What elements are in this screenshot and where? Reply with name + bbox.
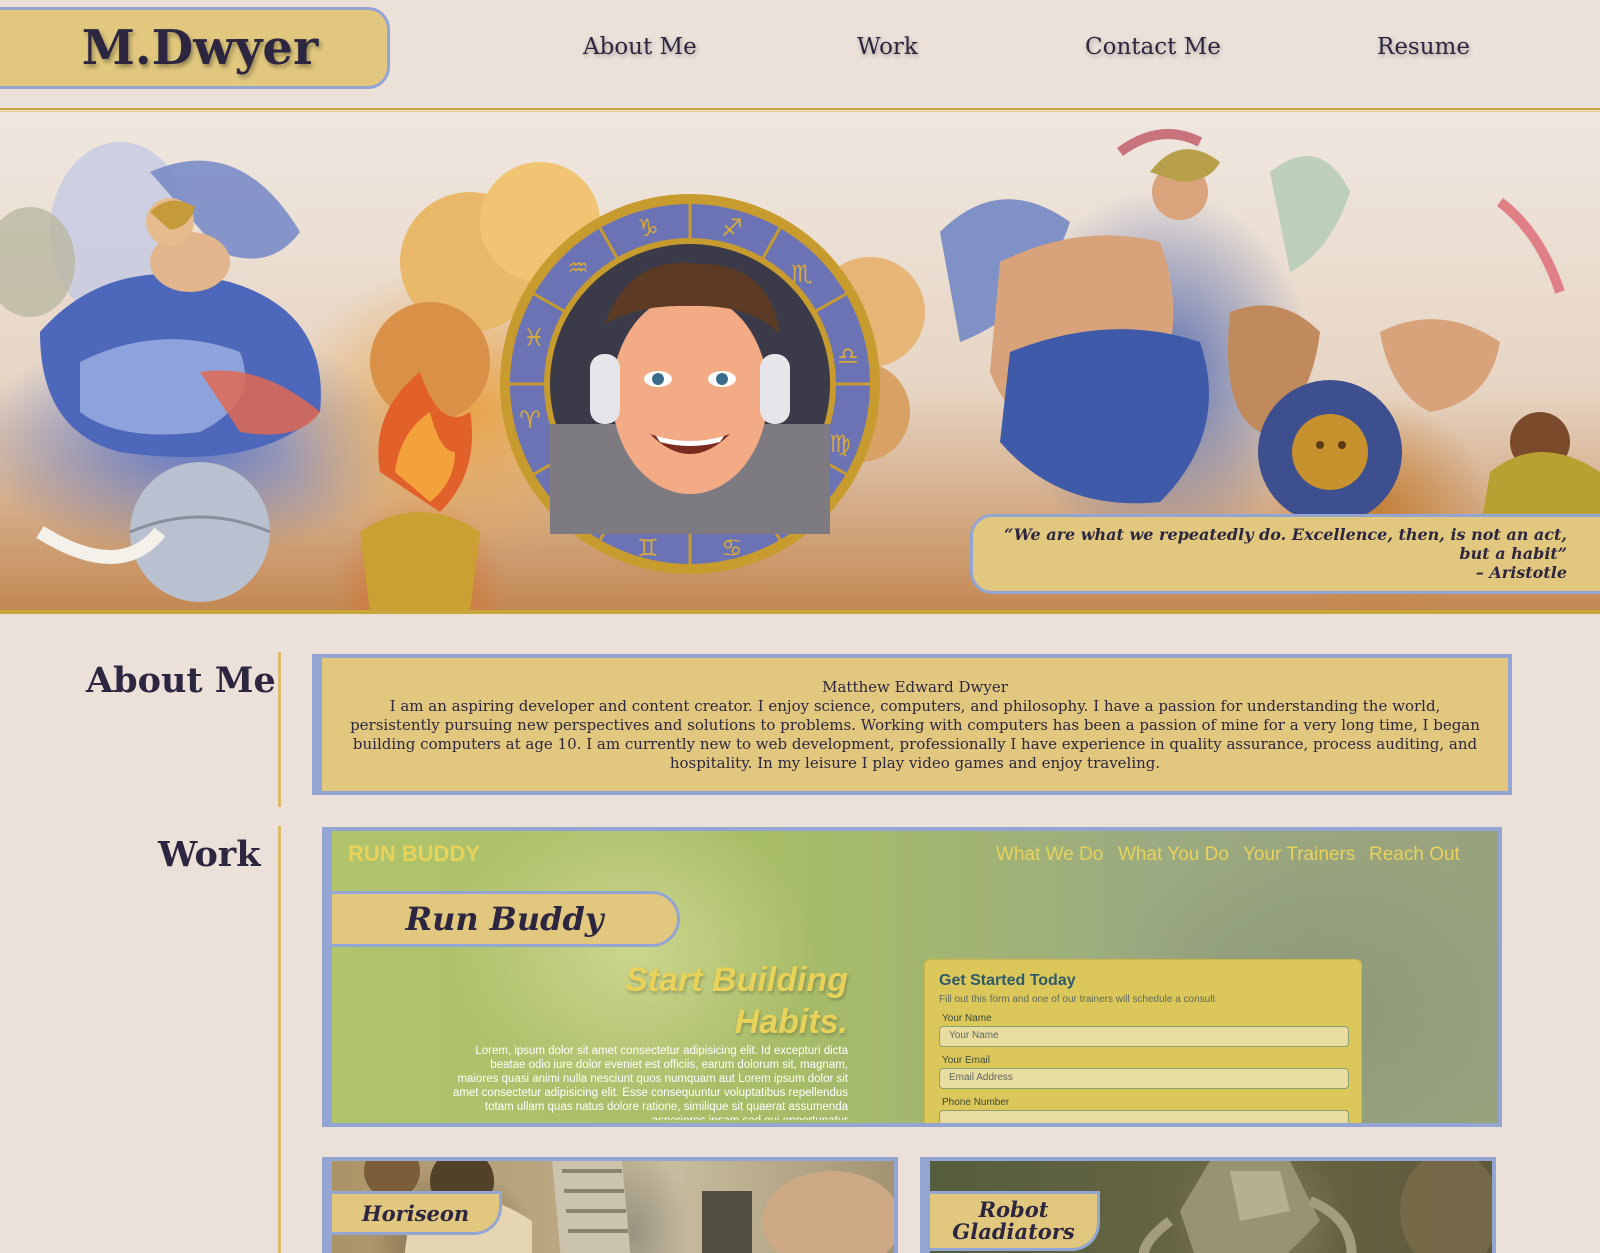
project-title-line-1: Robot xyxy=(978,1197,1049,1222)
about-divider xyxy=(278,652,281,807)
rb-brand: RUN BUDDY xyxy=(348,841,480,866)
svg-text:♋: ♋ xyxy=(721,534,743,562)
svg-text:♓: ♓ xyxy=(523,324,545,352)
rb-email-field: Email Address xyxy=(939,1068,1349,1089)
project-title: Run Buddy xyxy=(405,900,604,938)
zodiac-ring-illustration: ♑ ♐ ♏ ♎ ♍ ♋ ♊ ♉ ♈ ♓ ♒ xyxy=(500,194,880,574)
right-figures-illustration xyxy=(940,129,1600,532)
rb-phone-field xyxy=(939,1110,1349,1123)
rb-headline-line-2: Habits. xyxy=(734,1003,848,1041)
rb-name-field: Your Name xyxy=(939,1026,1349,1047)
about-bio: I am an aspiring developer and content c… xyxy=(350,697,1480,772)
rb-nav-what-you-do: What You Do xyxy=(1118,844,1229,865)
rb-nav-what-we-do: What We Do xyxy=(996,844,1104,865)
svg-text:♍: ♍ xyxy=(829,430,851,458)
project-card-run-buddy[interactable]: RUN BUDDY What We Do What You Do Your Tr… xyxy=(322,827,1502,1127)
nav-contact-me[interactable]: Contact Me xyxy=(1085,34,1221,60)
svg-text:♏: ♏ xyxy=(791,260,813,288)
rb-form-subtitle: Fill out this form and one of our traine… xyxy=(939,994,1216,1005)
rb-headline: Start Building Habits. xyxy=(582,959,848,1043)
work-divider xyxy=(278,826,281,1253)
site-logo[interactable]: M.Dwyer xyxy=(82,20,319,76)
project-label-horiseon[interactable]: Horiseon xyxy=(332,1191,502,1235)
rb-headline-line-1: Start Building xyxy=(625,961,848,999)
about-section-title: About Me xyxy=(86,660,276,701)
quote-author: – Aristotle xyxy=(1475,563,1567,582)
nav-work[interactable]: Work xyxy=(857,34,918,60)
rb-name-label: Your Name xyxy=(942,1013,992,1024)
rb-body-text: Lorem, ipsum dolor sit amet consectetur … xyxy=(452,1045,848,1120)
svg-text:♑: ♑ xyxy=(637,214,659,242)
logo-badge[interactable]: M.Dwyer xyxy=(0,7,390,89)
hero-divider xyxy=(0,610,1600,614)
rb-form-title: Get Started Today xyxy=(939,972,1076,989)
project-card-robot-gladiators[interactable]: Robot Gladiators xyxy=(920,1157,1496,1253)
work-section-title: Work xyxy=(158,834,261,875)
about-name: Matthew Edward Dwyer xyxy=(822,678,1008,696)
quote-banner: “We are what we repeatedly do. Excellenc… xyxy=(970,514,1600,594)
project-card-horiseon[interactable]: Horiseon xyxy=(322,1157,898,1253)
about-card: Matthew Edward Dwyer I am an aspiring de… xyxy=(312,654,1512,795)
hero-banner: ♑ ♐ ♏ ♎ ♍ ♋ ♊ ♉ ♈ ♓ ♒ xyxy=(0,112,1600,612)
left-figure-illustration xyxy=(0,142,321,602)
rb-nav-your-trainers: Your Trainers xyxy=(1243,844,1356,865)
svg-text:♎: ♎ xyxy=(837,342,859,370)
rb-phone-label: Phone Number xyxy=(942,1097,1010,1108)
quote-text: “We are what we repeatedly do. Excellenc… xyxy=(1004,525,1567,563)
svg-text:♐: ♐ xyxy=(721,214,743,242)
rb-signup-form: Get Started Today Fill out this form and… xyxy=(924,959,1362,1123)
svg-text:♊: ♊ xyxy=(637,534,659,562)
project-title-line-2: Gladiators xyxy=(952,1219,1075,1244)
svg-text:♈: ♈ xyxy=(519,406,541,434)
rb-nav-reach-out: Reach Out xyxy=(1369,844,1460,865)
project-label-run-buddy[interactable]: Run Buddy xyxy=(332,891,680,947)
project-title: Horiseon xyxy=(361,1200,470,1226)
project-label-robot-gladiators[interactable]: Robot Gladiators xyxy=(930,1191,1100,1251)
site-header: M.Dwyer About Me Work Contact Me Resume xyxy=(0,0,1600,110)
rb-email-label: Your Email xyxy=(942,1055,990,1066)
svg-text:♒: ♒ xyxy=(567,254,589,282)
nav-about-me[interactable]: About Me xyxy=(583,34,697,60)
nav-resume[interactable]: Resume xyxy=(1377,34,1470,60)
